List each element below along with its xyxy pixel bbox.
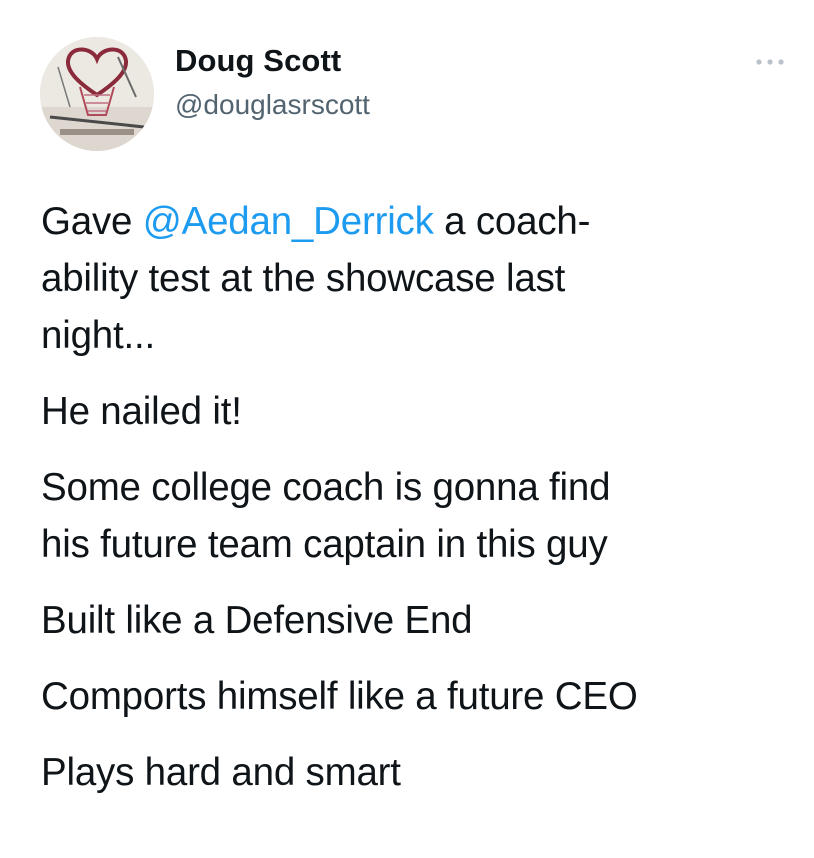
more-horizontal-icon bbox=[756, 59, 784, 65]
tweet-text-segment: his future team captain in this guy bbox=[41, 523, 608, 566]
tweet-text-segment: Some college coach is gonna find bbox=[41, 466, 611, 509]
basketball-hoop-icon bbox=[40, 37, 154, 151]
tweet-paragraph-2: He nailed it! bbox=[41, 390, 242, 433]
tweet-paragraph-1: Gave @Aedan_Derrick a coach- ability tes… bbox=[41, 193, 801, 364]
tweet-text-segment: ability test at the showcase last bbox=[41, 257, 566, 300]
author-handle[interactable]: @douglasrscott bbox=[175, 89, 370, 121]
tweet-text: Gave @Aedan_Derrick a coach- ability tes… bbox=[41, 193, 801, 820]
tweet-text-segment: Gave bbox=[41, 200, 143, 243]
author-name[interactable]: Doug Scott bbox=[175, 43, 341, 79]
tweet-paragraph-3: Some college coach is gonna find his fut… bbox=[41, 459, 801, 573]
tweet-paragraph-6: Plays hard and smart bbox=[41, 751, 401, 794]
tweet-paragraph-5: Comports himself like a future CEO bbox=[41, 675, 638, 718]
tweet-text-segment: night... bbox=[41, 314, 155, 357]
tweet-paragraph-4: Built like a Defensive End bbox=[41, 599, 473, 642]
avatar[interactable] bbox=[40, 37, 154, 151]
mention-link[interactable]: @Aedan_Derrick bbox=[143, 200, 434, 243]
more-options-button[interactable] bbox=[753, 54, 787, 70]
tweet-text-segment: a coach- bbox=[433, 200, 591, 243]
